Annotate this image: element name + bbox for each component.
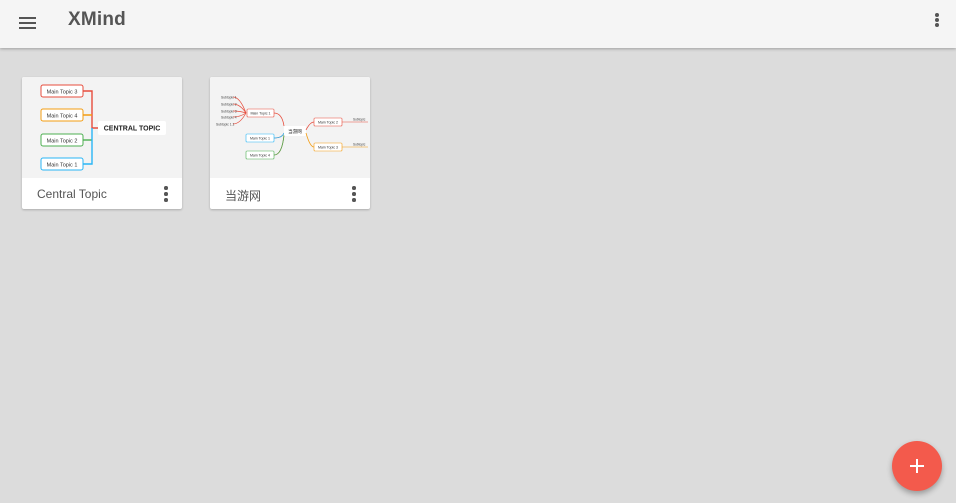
mindmap-preview: Main Topic 3 Main Topic 4 Main Topic 2 M… (40, 84, 166, 171)
mindmap-thumbnail: Main Topic 3 Main Topic 4 Main Topic 2 M… (22, 77, 182, 178)
add-button[interactable] (892, 441, 942, 491)
overflow-menu-button[interactable] (925, 8, 949, 32)
app-title: XMind (68, 9, 126, 30)
mindmap-card-dangyouwang[interactable]: Subtopic 1 Subtopic 2 Subtopic 3 Subtopi… (210, 77, 370, 209)
topic-label: Main Topic 1 (250, 112, 270, 116)
topic-label: Main Topic 2 (318, 121, 338, 125)
mindmap-card-central-topic[interactable]: Main Topic 3 Main Topic 4 Main Topic 2 M… (22, 77, 182, 209)
subtopic-label: Subtopic (353, 143, 366, 147)
subtopic-label: Subtopic 4 (221, 116, 237, 120)
subtopic-label: Subtopic 2 (221, 103, 237, 107)
topic-label: Main Topic 3 (318, 146, 338, 150)
floating-topic-label: Subtopic 1.1 (216, 123, 234, 127)
topic-label: Main Topic 3 (47, 90, 78, 96)
topic-label: Main Topic 2 (47, 139, 78, 145)
topic-label: Main Topic 4 (250, 154, 270, 158)
topic-label: Main Topic 4 (47, 114, 78, 120)
menu-button[interactable] (14, 10, 42, 38)
app-bar: XMind (0, 0, 956, 48)
topic-label: Main Topic 1 (250, 137, 270, 141)
mindmap-preview: Subtopic 1 Subtopic 2 Subtopic 3 Subtopi… (216, 96, 368, 160)
card-menu-button[interactable] (346, 184, 362, 204)
card-title: 当游网 (225, 189, 262, 203)
central-topic-label: 当游网 (288, 128, 302, 135)
topic-label: Main Topic 1 (47, 163, 78, 169)
mindmap-thumbnail: Subtopic 1 Subtopic 2 Subtopic 3 Subtopi… (210, 77, 370, 178)
card-title: Central Topic (37, 187, 107, 201)
subtopic-label: Subtopic 1 (221, 96, 237, 100)
card-menu-button[interactable] (158, 184, 174, 204)
subtopic-label: Subtopic 3 (221, 110, 237, 114)
subtopic-label: Subtopic (353, 118, 366, 122)
central-topic-label: CENTRAL TOPIC (104, 126, 161, 133)
